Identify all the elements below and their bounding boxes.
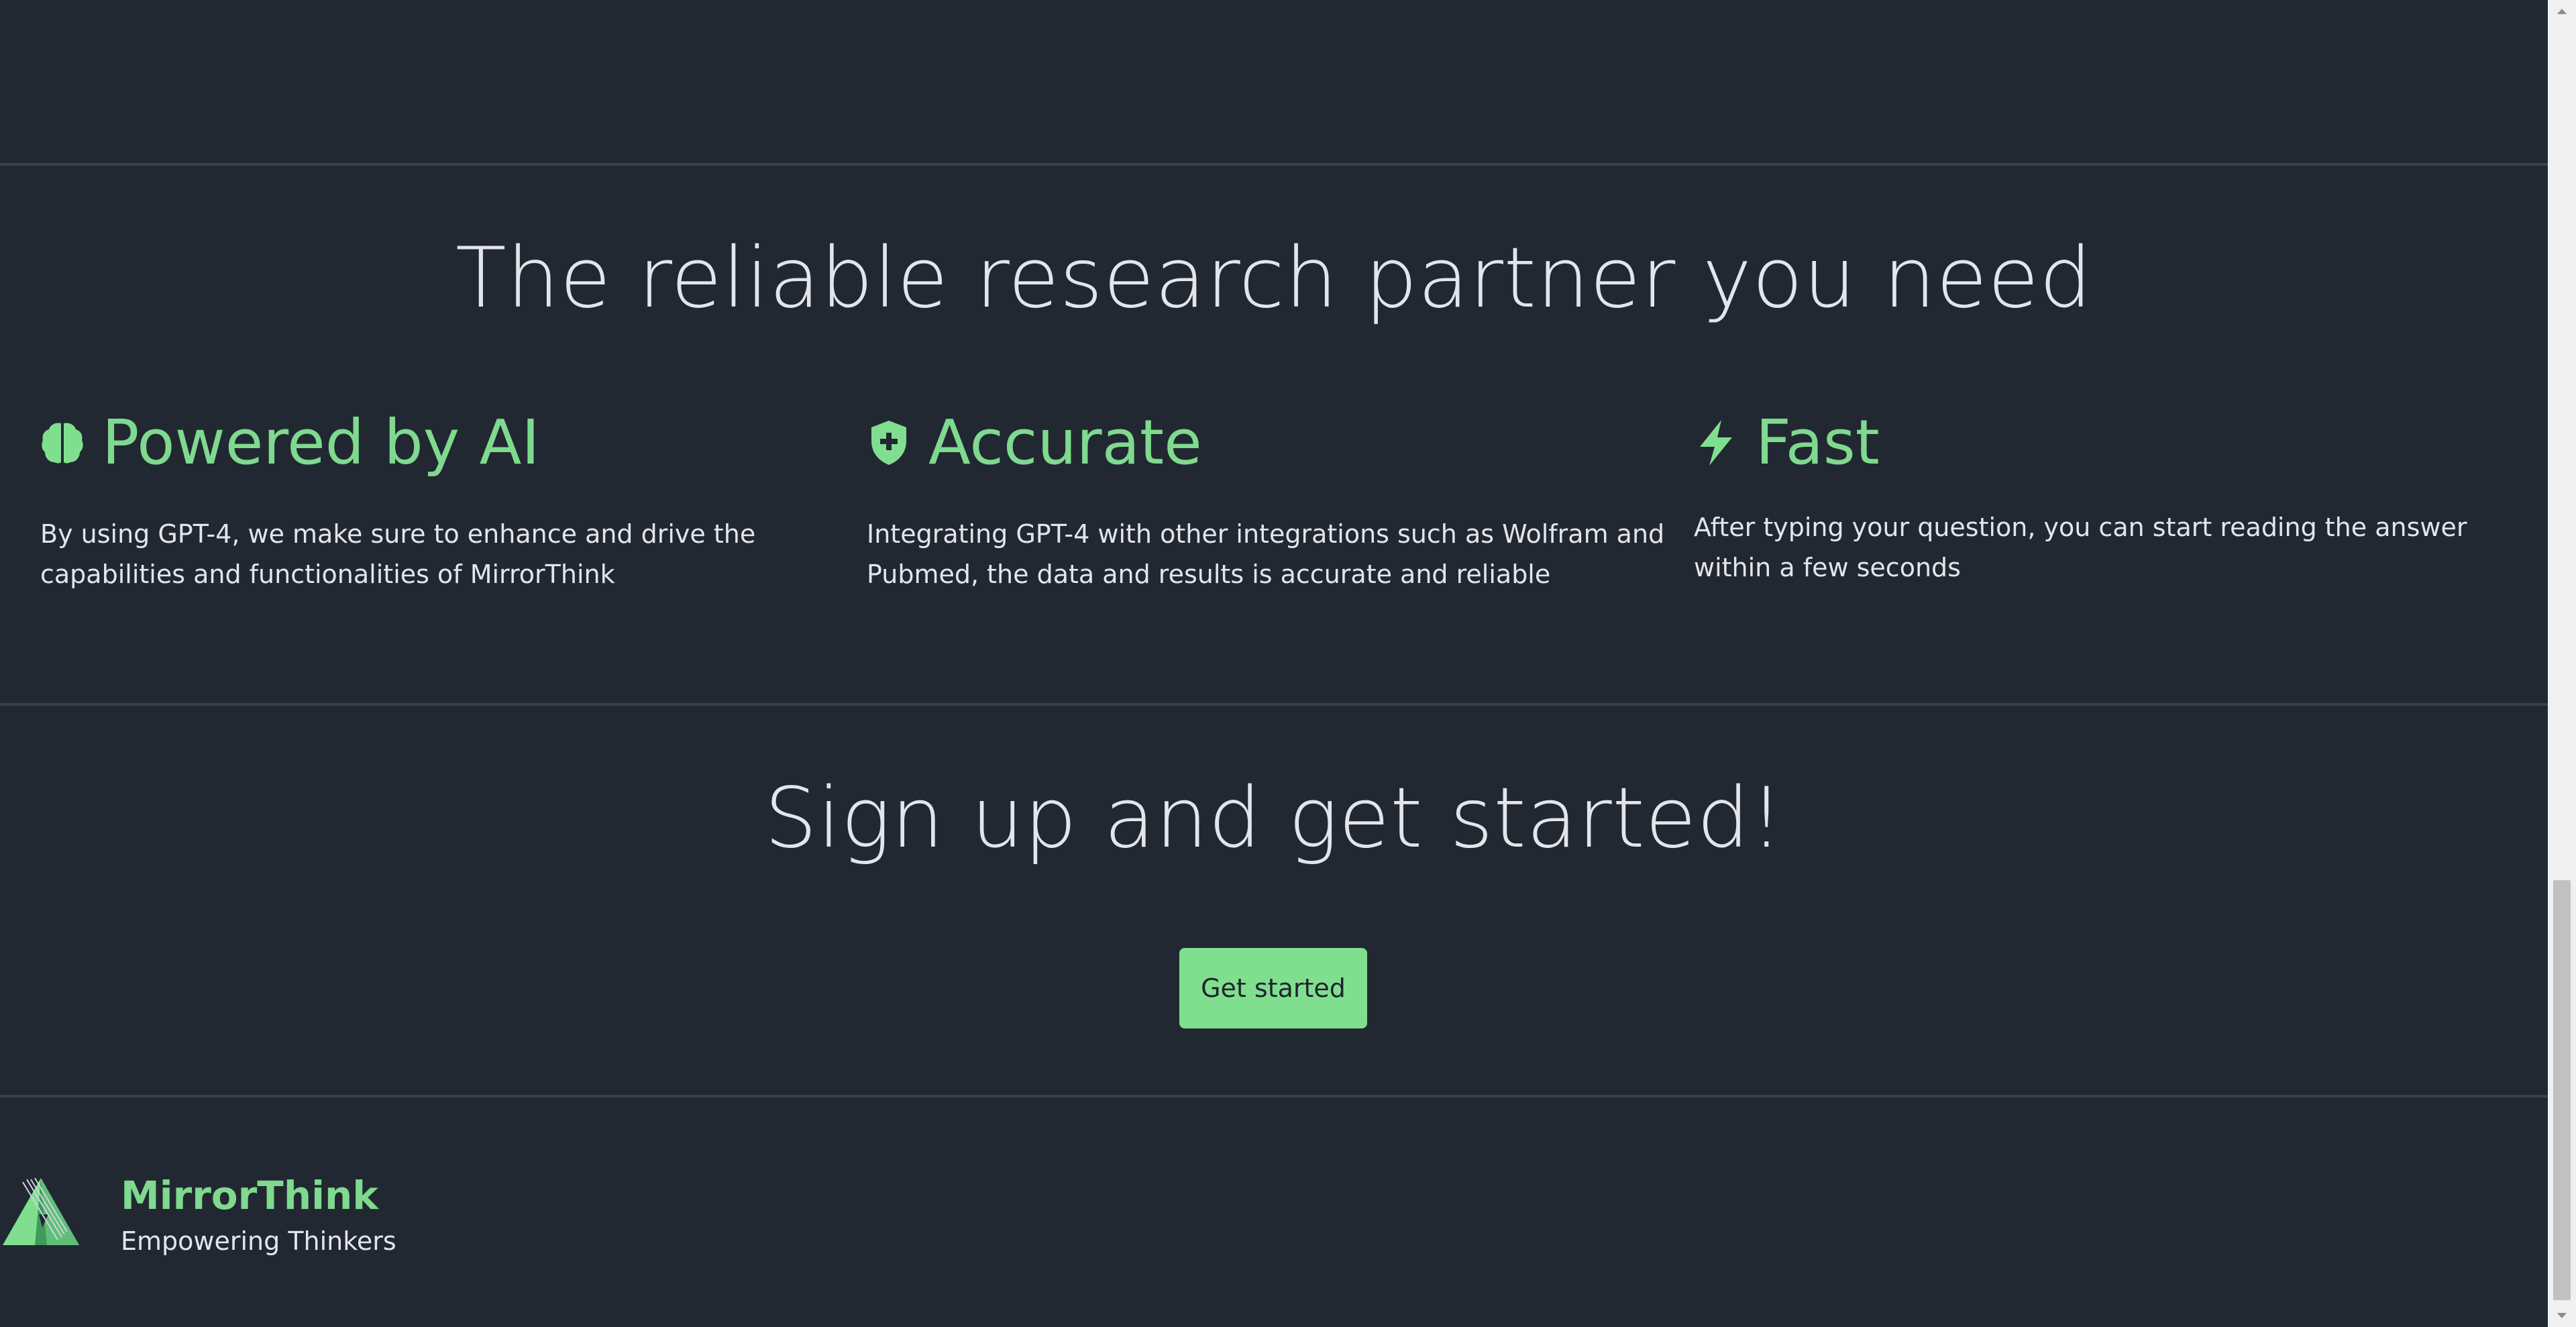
get-started-button[interactable]: Get started [1179,948,1367,1028]
section-divider [0,1095,2548,1098]
footer-brand-name[interactable]: MirrorThink [121,1170,378,1221]
feature-accurate: Accurate Integrating GPT-4 with other in… [867,403,1678,594]
shield-plus-icon [867,418,911,468]
feature-powered-by-ai: Powered by AI By using GPT-4, we make su… [40,403,852,594]
feature-title: Powered by AI [102,407,540,478]
scrollbar-thumb[interactable] [2553,880,2571,1300]
vertical-scrollbar[interactable] [2548,0,2576,1327]
section-divider [0,163,2548,166]
mirrorthink-logo-icon[interactable] [0,1175,82,1248]
features-heading: The reliable research partner you need [455,230,2092,327]
signup-heading: Sign up and get started! [764,770,1784,867]
lightning-icon [1694,418,1738,468]
feature-header: Powered by AI [40,403,852,483]
feature-description: By using GPT-4, we make sure to enhance … [40,519,756,589]
page: The reliable research partner you need P… [0,0,2548,1327]
feature-fast: Fast After typing your question, you can… [1694,403,2506,588]
section-divider [0,703,2548,706]
brain-icon [40,418,85,468]
scroll-down-arrow-icon[interactable] [2548,1304,2576,1327]
scroll-up-arrow-icon[interactable] [2548,0,2576,23]
footer-tagline: Empowering Thinkers [121,1226,396,1256]
feature-description: After typing your question, you can star… [1694,513,2467,582]
feature-title: Accurate [928,407,1202,478]
feature-title: Fast [1756,407,1880,478]
feature-header: Fast [1694,403,2506,483]
feature-description: Integrating GPT-4 with other integration… [867,519,1665,589]
feature-header: Accurate [867,403,1678,483]
